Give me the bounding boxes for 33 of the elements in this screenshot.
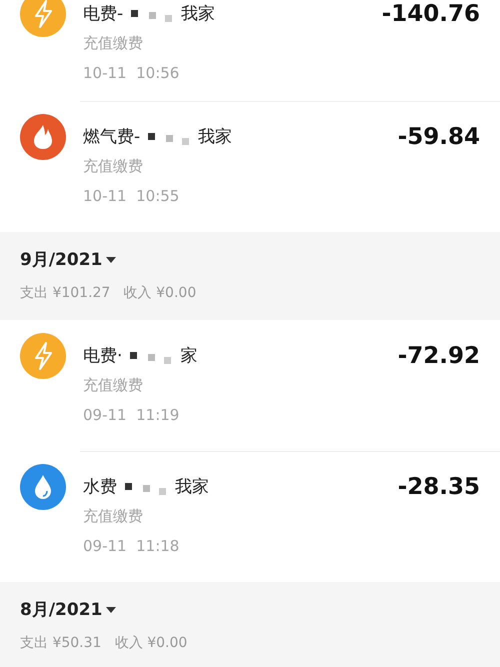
- bill-category: 充值缴费: [83, 156, 144, 177]
- bill-category: 充值缴费: [83, 33, 144, 54]
- bill-title: 家: [180, 345, 198, 368]
- bill-amount: -72.92: [398, 342, 480, 371]
- bill-title: 电费·: [83, 345, 122, 368]
- caret-icon[interactable]: [106, 257, 116, 263]
- bill-time: 10-11 10:56: [83, 63, 180, 84]
- bill-title: 我家: [181, 3, 216, 26]
- bill-title: 水费: [83, 476, 117, 499]
- bill-title: 我家: [175, 476, 209, 499]
- bill-record[interactable]: 燃气费- 我家 充值缴费 10-11 10:55 -59.84: [0, 101, 500, 232]
- bill-title: 燃气费-: [83, 126, 140, 149]
- bill-amount: -59.84: [398, 123, 480, 152]
- bill-record[interactable]: 水费 我家 充值缴费 09-11 11:18 -28.35: [0, 451, 500, 582]
- water-drop-icon: [20, 464, 66, 510]
- bill-record[interactable]: 电费· 家 充值缴费 09-11 11:19 -72.92: [0, 320, 500, 451]
- bill-category: 充值缴费: [83, 375, 144, 396]
- bill-category: 充值缴费: [83, 506, 144, 527]
- lightning-icon: [20, 333, 66, 379]
- caret-icon[interactable]: [106, 607, 116, 613]
- month-label[interactable]: 9月/2021: [20, 246, 102, 274]
- bill-time: 09-11 11:18: [83, 536, 180, 557]
- month-summary: 支出 ¥50.31 收入 ¥0.00: [20, 634, 188, 653]
- bill-time: 10-11 10:55: [83, 186, 180, 207]
- month-label[interactable]: 8月/2021: [20, 596, 102, 624]
- bill-record[interactable]: 电费- 我家 充值缴费 10-11 10:56 -140.76: [0, 0, 500, 101]
- month-summary: 支出 ¥101.27 收入 ¥0.00: [20, 284, 198, 303]
- bill-time: 09-11 11:19: [83, 405, 180, 426]
- bill-title: 我家: [198, 126, 232, 149]
- bill-amount: -28.35: [398, 473, 480, 502]
- bill-title: 电费-: [83, 3, 124, 26]
- flame-icon: [20, 114, 66, 160]
- bill-amount: -140.76: [382, 0, 480, 29]
